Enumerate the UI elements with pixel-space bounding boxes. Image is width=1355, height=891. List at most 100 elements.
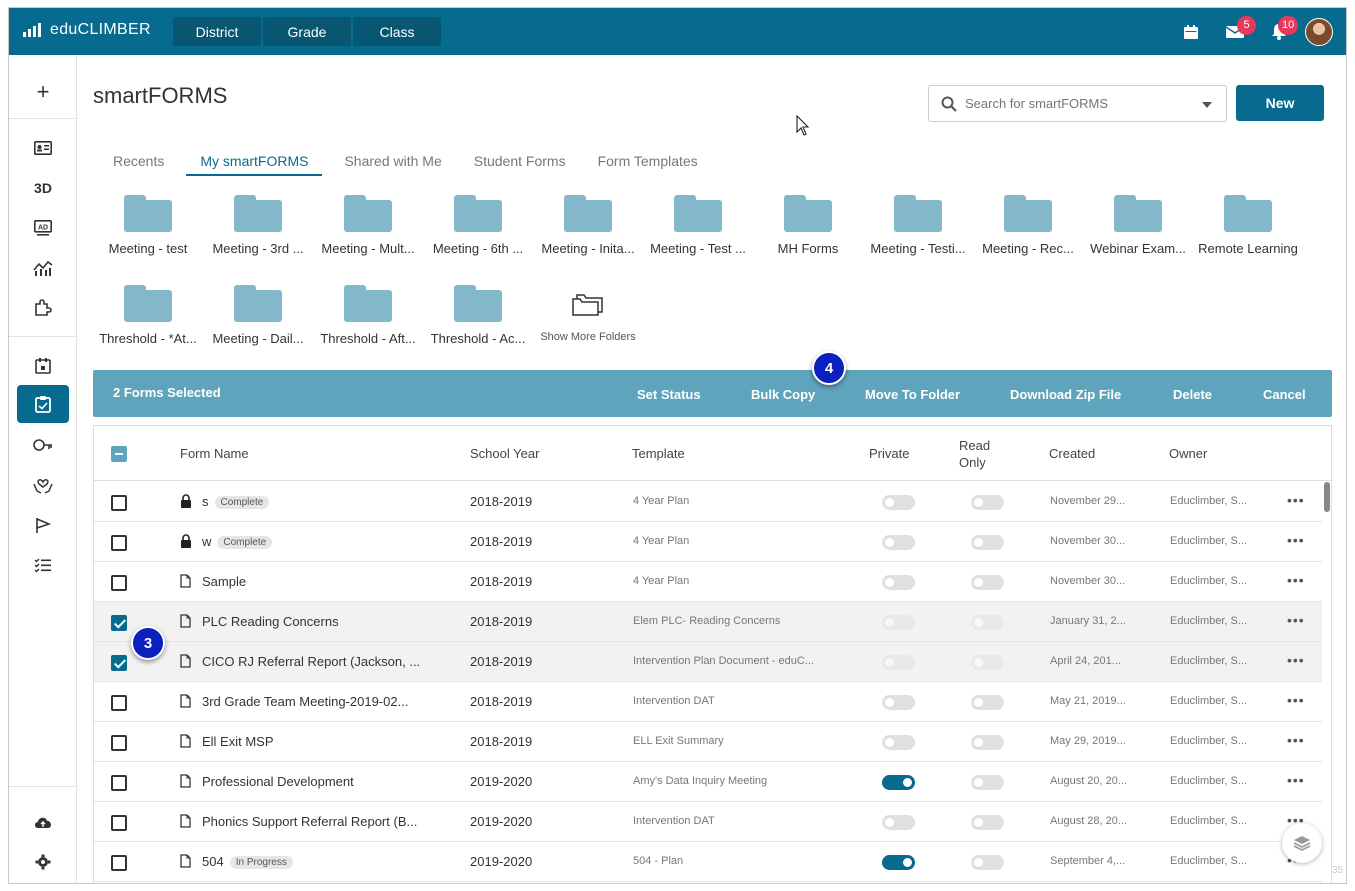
more-options-icon[interactable]: •••	[1287, 492, 1305, 508]
header-read-only[interactable]: Read Only	[959, 437, 999, 471]
private-toggle[interactable]	[882, 775, 915, 790]
checklist-icon[interactable]	[17, 546, 69, 584]
form-name[interactable]: Professional Development	[202, 774, 354, 789]
header-owner[interactable]: Owner	[1169, 446, 1207, 461]
form-name[interactable]: Phonics Support Referral Report (B...	[202, 814, 417, 829]
form-name-cell[interactable]: Professional Development	[202, 774, 354, 789]
folder-item[interactable]: Threshold - Ac...	[423, 285, 533, 346]
private-toggle[interactable]	[882, 495, 915, 510]
folder-item[interactable]: Meeting - Mult...	[313, 195, 423, 256]
table-row[interactable]: PLC Reading Concerns 2018-2019 Elem PLC- R…	[94, 602, 1322, 642]
more-options-icon[interactable]: •••	[1287, 692, 1305, 708]
row-checkbox[interactable]	[111, 735, 127, 751]
table-scrollbar[interactable]	[1323, 481, 1331, 883]
smartforms-icon[interactable]	[17, 385, 69, 423]
bell-icon[interactable]: 10	[1257, 8, 1301, 55]
delete-button[interactable]: Delete	[1173, 387, 1212, 402]
nav-tab-class[interactable]: Class	[353, 17, 441, 46]
folder-item[interactable]: MH Forms	[753, 195, 863, 256]
3d-icon[interactable]: 3D	[17, 169, 69, 207]
layers-icon[interactable]	[1282, 823, 1322, 863]
form-name-cell[interactable]: s Complete	[202, 494, 270, 510]
row-checkbox[interactable]	[111, 695, 127, 711]
private-toggle[interactable]	[882, 815, 915, 830]
row-checkbox[interactable]	[111, 575, 127, 591]
table-row[interactable]: Sample 2018-2019 4 Year Plan November 30...…	[94, 562, 1322, 602]
read-only-toggle[interactable]	[971, 695, 1004, 710]
table-row[interactable]: w Complete 2018-2019 4 Year Plan November 30…	[94, 522, 1322, 562]
calendar-icon[interactable]	[17, 346, 69, 384]
form-name[interactable]: w	[202, 534, 211, 549]
row-checkbox[interactable]	[111, 775, 127, 791]
form-name[interactable]: CICO RJ Referral Report (Jackson, ...	[202, 654, 420, 669]
folder-item[interactable]: Remote Learning	[1193, 195, 1303, 256]
ad-icon[interactable]: AD	[17, 209, 69, 247]
analytics-icon[interactable]	[17, 249, 69, 287]
form-name[interactable]: Ell Exit MSP	[202, 734, 274, 749]
form-name-cell[interactable]: Ell Exit MSP	[202, 734, 274, 749]
key-icon[interactable]	[17, 426, 69, 464]
calendar-icon[interactable]	[1169, 8, 1213, 55]
more-options-icon[interactable]: •••	[1287, 732, 1305, 748]
brand-logo[interactable]: eduCLIMBER	[23, 21, 151, 39]
download-zip-button[interactable]: Download Zip File	[1010, 387, 1121, 402]
add-icon[interactable]: +	[17, 73, 69, 111]
id-card-icon[interactable]	[17, 129, 69, 167]
table-row[interactable]: Ell Exit MSP 2018-2019 ELL Exit Summary May…	[94, 722, 1322, 762]
header-form-name[interactable]: Form Name	[180, 446, 249, 461]
more-options-icon[interactable]: •••	[1287, 772, 1305, 788]
folder-item[interactable]: Meeting - test	[93, 195, 203, 256]
form-name-cell[interactable]: Phonics Support Referral Report (B...	[202, 814, 417, 829]
private-toggle[interactable]	[882, 575, 915, 590]
tab-my-smartforms[interactable]: My smartFORMS	[186, 153, 323, 176]
form-name-cell[interactable]: w Complete	[202, 534, 273, 550]
folder-item[interactable]: Meeting - Rec...	[973, 195, 1083, 256]
user-avatar[interactable]	[1305, 17, 1333, 46]
form-name[interactable]: s	[202, 494, 209, 509]
read-only-toggle[interactable]	[971, 815, 1004, 830]
form-name[interactable]: 504	[202, 854, 224, 869]
header-school-year[interactable]: School Year	[470, 446, 539, 461]
folder-item[interactable]: Meeting - Dail...	[203, 285, 313, 346]
nav-tab-district[interactable]: District	[173, 17, 261, 46]
row-checkbox[interactable]	[111, 615, 127, 631]
table-row[interactable]: 3rd Grade Team Meeting-2019-02... 2018-20…	[94, 682, 1322, 722]
more-options-icon[interactable]: •••	[1287, 572, 1305, 588]
hands-heart-icon[interactable]	[17, 466, 69, 504]
private-toggle[interactable]	[882, 695, 915, 710]
tab-recents[interactable]: Recents	[103, 153, 174, 175]
read-only-toggle[interactable]	[971, 535, 1004, 550]
row-checkbox[interactable]	[111, 535, 127, 551]
read-only-toggle[interactable]	[971, 735, 1004, 750]
scrollbar-thumb[interactable]	[1324, 482, 1330, 512]
form-name-cell[interactable]: PLC Reading Concerns	[202, 614, 339, 629]
form-name-cell[interactable]: CICO RJ Referral Report (Jackson, ...	[202, 654, 420, 669]
form-name-cell[interactable]: Sample	[202, 574, 246, 589]
private-toggle[interactable]	[882, 655, 915, 670]
more-options-icon[interactable]: •••	[1287, 532, 1305, 548]
set-status-button[interactable]: Set Status	[637, 387, 701, 402]
select-all-checkbox[interactable]	[111, 446, 127, 462]
folder-item[interactable]: Meeting - Testi...	[863, 195, 973, 256]
folder-item[interactable]: Meeting - 6th ...	[423, 195, 533, 256]
read-only-toggle[interactable]	[971, 855, 1004, 870]
header-created[interactable]: Created	[1049, 446, 1095, 461]
folder-item[interactable]: Threshold - *At...	[93, 285, 203, 346]
tab-shared-with-me[interactable]: Shared with Me	[334, 153, 451, 175]
move-to-folder-button[interactable]: Move To Folder	[865, 387, 960, 402]
puzzle-icon[interactable]	[17, 289, 69, 327]
form-name-cell[interactable]: 3rd Grade Team Meeting-2019-02...	[202, 694, 408, 709]
folder-item[interactable]: Meeting - Inita...	[533, 195, 643, 256]
cancel-button[interactable]: Cancel	[1263, 387, 1306, 402]
table-row[interactable]: s Complete 2018-2019 4 Year Plan November 29…	[94, 482, 1322, 522]
read-only-toggle[interactable]	[971, 655, 1004, 670]
row-checkbox[interactable]	[111, 655, 127, 671]
folder-item[interactable]: Threshold - Aft...	[313, 285, 423, 346]
chevron-down-icon[interactable]	[1202, 102, 1212, 108]
private-toggle[interactable]	[882, 535, 915, 550]
row-checkbox[interactable]	[111, 495, 127, 511]
bulk-copy-button[interactable]: Bulk Copy	[751, 387, 815, 402]
form-name-cell[interactable]: 504 In Progress	[202, 854, 293, 870]
table-row[interactable]: Professional Development 2019-2020 Amy's D…	[94, 762, 1322, 802]
more-options-icon[interactable]: •••	[1287, 652, 1305, 668]
